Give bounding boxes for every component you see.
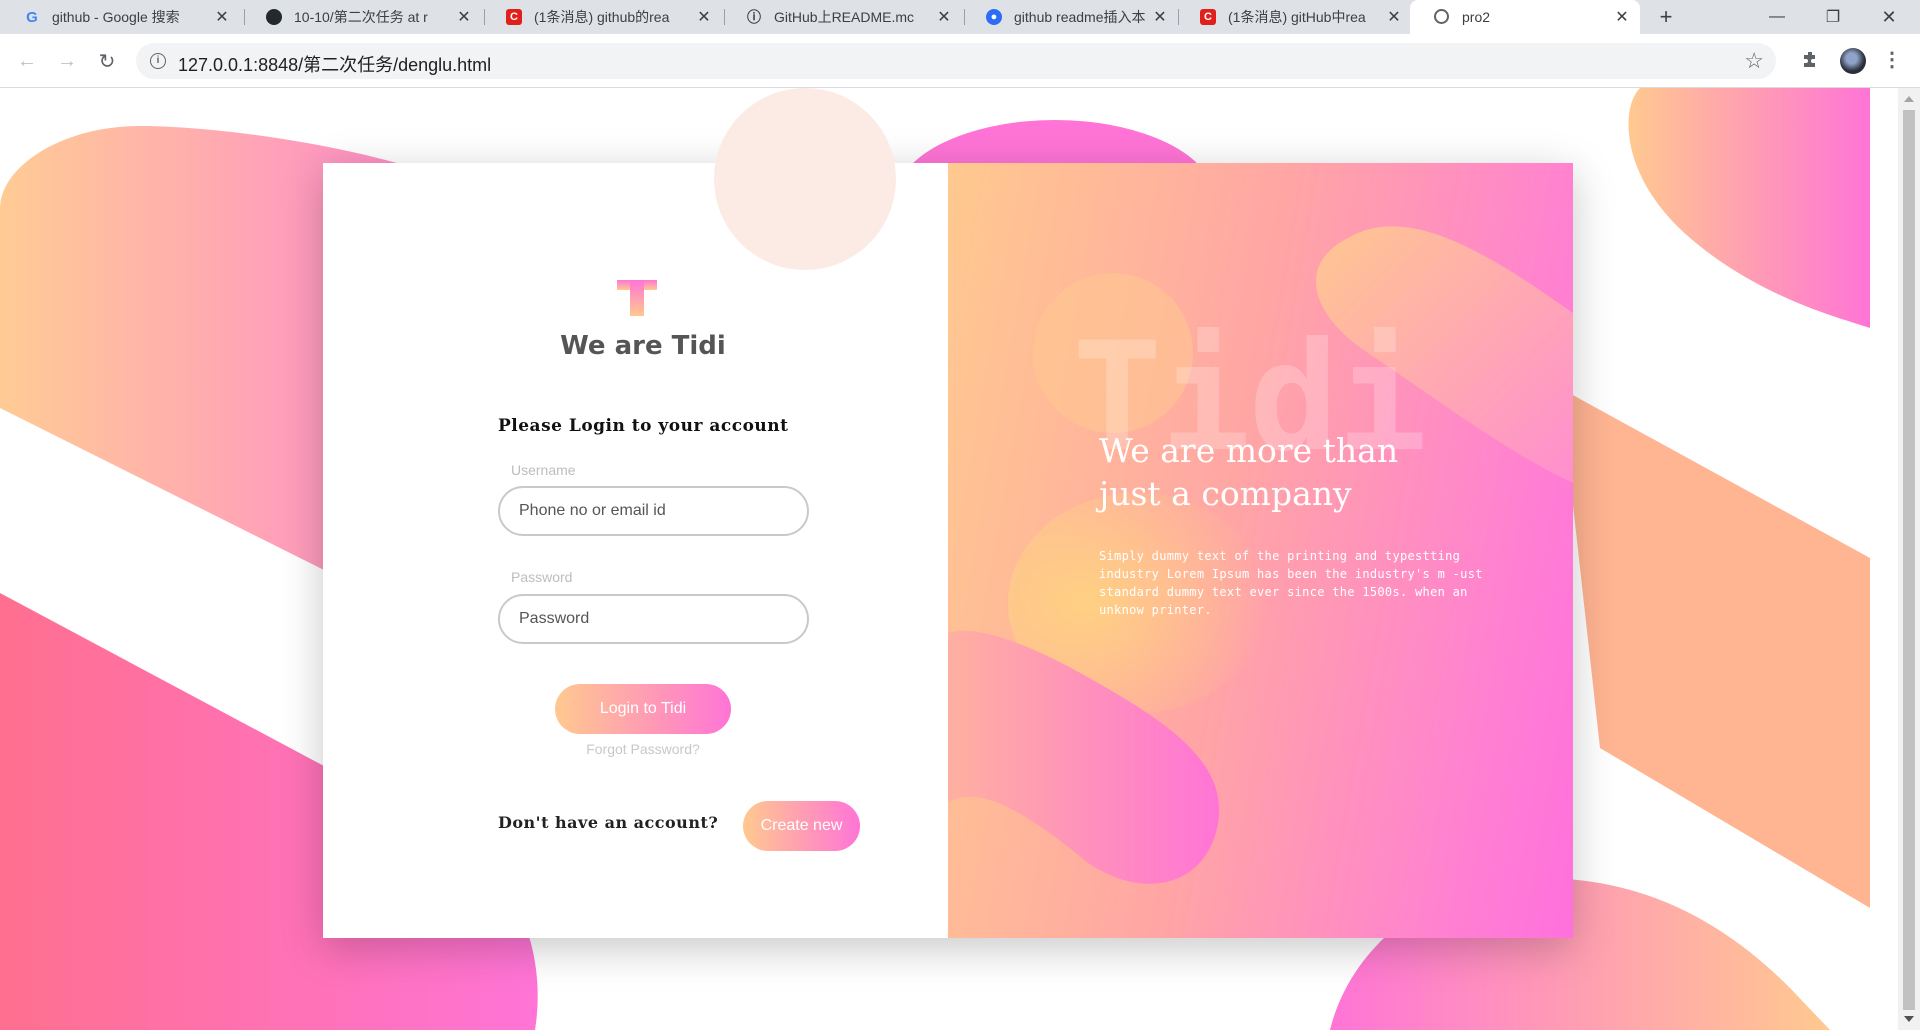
decorative-circle	[714, 88, 896, 270]
close-icon[interactable]: ✕	[214, 7, 230, 27]
login-card: We are Tidi Please Login to your account…	[323, 88, 1573, 938]
close-window-button[interactable]: ✕	[1866, 0, 1912, 34]
login-panel: We are Tidi Please Login to your account…	[323, 163, 948, 938]
tidi-logo-icon	[617, 280, 657, 316]
tab-title: (1条消息) gitHub中rea	[1228, 9, 1366, 25]
username-input[interactable]	[498, 486, 809, 536]
tab-title: github readme插入本	[1014, 9, 1146, 25]
tagline: We are more than just a company	[1099, 429, 1539, 515]
avatar[interactable]	[1840, 48, 1866, 74]
browser-tab[interactable]: ⓘ GitHub上README.mc ✕	[722, 0, 962, 34]
minimize-button[interactable]: —	[1754, 0, 1800, 34]
promo-blurb: Simply dummy text of the printing and ty…	[1099, 549, 1483, 617]
markdown-icon: ⓘ	[747, 9, 761, 25]
baidu-icon: ●	[986, 9, 1002, 25]
login-heading: Please Login to your account	[498, 416, 789, 436]
url-text[interactable]: 127.0.0.1:8848/第二次任务/denglu.html	[178, 51, 491, 77]
back-icon[interactable]: ←	[14, 48, 40, 74]
close-icon[interactable]: ✕	[1614, 7, 1630, 27]
browser-tab[interactable]: ● github readme插入本 ✕	[962, 0, 1178, 34]
star-icon[interactable]: ☆	[1744, 48, 1764, 74]
scroll-up-icon[interactable]	[1904, 96, 1914, 102]
csdn-icon: C	[1200, 9, 1216, 25]
brand-title: We are Tidi	[560, 331, 726, 361]
tagline-line: just a company	[1099, 474, 1352, 513]
github-icon	[266, 9, 282, 25]
vertical-scrollbar[interactable]	[1898, 88, 1920, 1030]
globe-icon	[1434, 9, 1449, 24]
create-account-button[interactable]: Create new	[743, 801, 860, 851]
browser-tab[interactable]: G github - Google 搜索 ✕	[0, 0, 240, 34]
menu-icon[interactable]: ⋮	[1882, 48, 1902, 74]
page-viewport: We are Tidi Please Login to your account…	[0, 88, 1898, 1030]
close-icon[interactable]: ✕	[456, 7, 472, 27]
close-icon[interactable]: ✕	[1152, 7, 1168, 27]
no-account-text: Don't have an account?	[498, 813, 719, 832]
password-label: Password	[511, 569, 573, 585]
browser-tab[interactable]: C (1条消息) gitHub中rea ✕	[1176, 0, 1412, 34]
tab-title: github - Google 搜索	[52, 9, 180, 25]
extensions-icon[interactable]	[1800, 50, 1822, 72]
forward-icon[interactable]: →	[54, 48, 80, 74]
address-bar[interactable]: i 127.0.0.1:8848/第二次任务/denglu.html ☆	[136, 43, 1776, 79]
browser-tab[interactable]: 10-10/第二次任务 at r ✕	[242, 0, 482, 34]
close-icon[interactable]: ✕	[936, 7, 952, 27]
scroll-down-icon[interactable]	[1904, 1016, 1914, 1022]
tab-strip: G github - Google 搜索 ✕ 10-10/第二次任务 at r …	[0, 0, 1920, 34]
password-input[interactable]	[498, 594, 809, 644]
scroll-thumb[interactable]	[1903, 110, 1915, 1010]
close-icon[interactable]: ✕	[696, 7, 712, 27]
forgot-password-link[interactable]: Forgot Password?	[555, 741, 731, 757]
tab-title: GitHub上README.mc	[774, 9, 915, 25]
tab-title: (1条消息) github的rea	[534, 9, 670, 25]
tab-title: pro2	[1462, 9, 1491, 25]
browser-toolbar: ← → ↻ i 127.0.0.1:8848/第二次任务/denglu.html…	[0, 34, 1920, 88]
browser-tab-active[interactable]: pro2 ✕	[1410, 0, 1640, 34]
new-tab-button[interactable]: +	[1654, 5, 1678, 29]
info-icon[interactable]: i	[150, 53, 166, 69]
promo-panel: Tidi We are more than just a company Sim…	[948, 163, 1573, 938]
csdn-icon: C	[506, 9, 522, 25]
reload-icon[interactable]: ↻	[94, 48, 120, 74]
browser-tab[interactable]: C (1条消息) github的rea ✕	[482, 0, 722, 34]
tab-title: 10-10/第二次任务 at r	[294, 9, 428, 25]
login-button[interactable]: Login to Tidi	[555, 684, 731, 734]
restore-button[interactable]: ❐	[1810, 0, 1856, 34]
google-icon: G	[26, 8, 38, 26]
tagline-line: We are more than	[1099, 431, 1399, 470]
close-icon[interactable]: ✕	[1386, 7, 1402, 27]
username-label: Username	[511, 462, 576, 478]
